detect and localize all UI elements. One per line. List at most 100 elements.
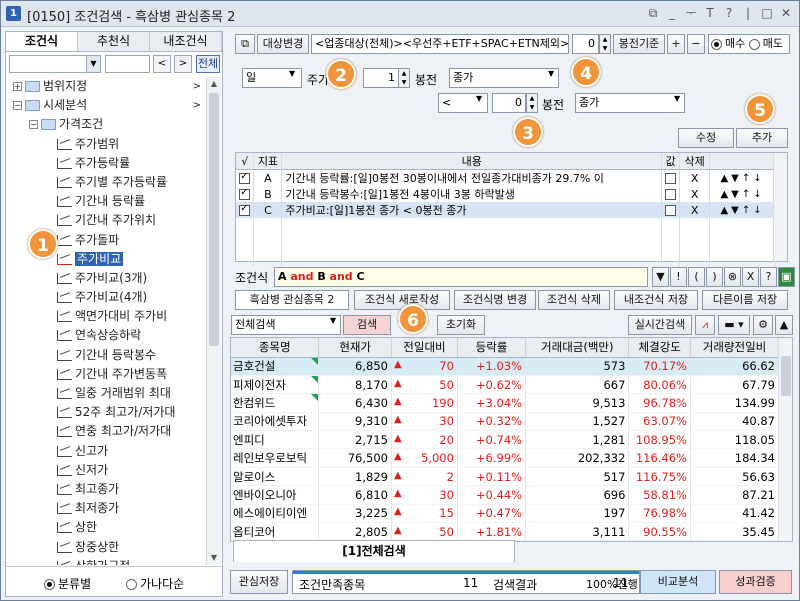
scroll-down-icon[interactable]: ▼	[207, 551, 221, 565]
condition-row[interactable]: A기간내 등락률:[일]0봉전 30봉이내에서 전일종가대비종가 29.7% 이…	[236, 169, 776, 186]
chevron-down-icon[interactable]: ▼	[330, 316, 336, 325]
results-scrollbar[interactable]	[778, 338, 792, 541]
delete-icon[interactable]: X	[679, 202, 711, 218]
tab-conditions[interactable]: 조건식	[6, 32, 78, 51]
search-scope-select[interactable]: 전체검색	[231, 315, 341, 335]
delete-icon[interactable]: X	[679, 186, 711, 202]
expand-icon[interactable]: +	[13, 82, 22, 91]
result-row[interactable]: 레인보우로보틱 76,500 ▲ 5,000 +6.99% 202,332 116.46% 1…	[231, 448, 780, 468]
tree-item[interactable]: 최고종가	[7, 480, 205, 499]
result-row[interactable]: 알로이스 1,829 ▲ 2 +0.11% 517 116.75% 56.63	[231, 467, 780, 487]
tree-item[interactable]: 신저가	[7, 461, 205, 480]
column-header[interactable]: 현재가	[318, 338, 392, 358]
performance-verify-button[interactable]: 성과검증	[719, 570, 792, 594]
category-select[interactable]: ▼	[9, 55, 101, 73]
link-window-icon[interactable]: ⧉	[646, 5, 660, 21]
value-checkbox[interactable]	[665, 205, 677, 216]
column-header[interactable]: 체결강도	[628, 338, 691, 358]
collapse-icon[interactable]: −	[13, 101, 22, 111]
bar1-input[interactable]: 1	[363, 68, 399, 88]
column-header[interactable]: 거래대금(백만)	[525, 338, 630, 358]
delete-icon[interactable]: X	[679, 169, 711, 186]
next-button[interactable]: >	[174, 55, 192, 73]
radio-icon[interactable]	[126, 579, 137, 590]
view-select-icon[interactable]: ▬ ▾	[718, 315, 750, 335]
all-button[interactable]: 전체	[196, 55, 220, 73]
scroll-thumb[interactable]	[209, 93, 219, 346]
column-header[interactable]: 등락률	[457, 338, 527, 358]
modify-button[interactable]: 수정	[678, 128, 734, 148]
not-button[interactable]: !	[670, 267, 687, 287]
radio-icon[interactable]	[711, 38, 722, 50]
tab-all-results[interactable]: [1]전체검색	[233, 540, 515, 562]
tree-item[interactable]: 52주 최고가/저가대	[7, 403, 205, 422]
sort-by-category[interactable]: 분류별	[44, 575, 91, 592]
open-paren-button[interactable]: (	[688, 267, 705, 287]
result-row[interactable]: 코리아에셋투자 9,310 ▲ 30 +0.32% 1,527 63.07% 40.87	[231, 412, 780, 432]
tab-my-conditions[interactable]: 내조건식	[150, 32, 222, 51]
tree-item[interactable]: 기간내 주가위치	[7, 211, 205, 230]
column-header[interactable]: 종목명	[231, 338, 320, 358]
bar1-spinner[interactable]: ▲ ▼	[398, 68, 410, 88]
gear-icon[interactable]: ⚙	[753, 315, 773, 335]
excel-icon[interactable]: ▣	[778, 267, 795, 287]
tree-item[interactable]: 주가비교(3개)	[7, 269, 205, 288]
collapse-icon[interactable]: ▲	[775, 315, 793, 335]
help-button[interactable]: ?	[760, 267, 777, 287]
result-row[interactable]: 피제이전자 8,170 ▲ 50 +0.62% 667 80.06% 67.79	[231, 375, 780, 395]
collapse-icon[interactable]: −	[29, 120, 38, 130]
sell-radio[interactable]: 매도	[748, 37, 783, 50]
save-watchlist-button[interactable]: 관심저장	[230, 570, 288, 594]
delete-condition-button[interactable]: 조건식 삭제	[538, 290, 610, 310]
chevron-down-icon[interactable]: ▼	[548, 69, 554, 78]
sort-alphabetical[interactable]: 가나다순	[126, 575, 184, 592]
column-header[interactable]: 거래량전일비	[690, 338, 780, 358]
close-icon[interactable]: ✕	[779, 5, 793, 21]
result-row[interactable]: 엔피디 2,715 ▲ 20 +0.74% 1,281 108.95% 118.05	[231, 430, 780, 450]
reorder-icons[interactable]: ▲▼↑↓	[709, 186, 776, 202]
reset-button[interactable]: 초기화	[437, 315, 485, 335]
add-button[interactable]: 추가	[736, 128, 788, 148]
save-as-button[interactable]: 다른이름 저장	[702, 290, 788, 310]
reorder-icons[interactable]: ▲▼↑↓	[709, 202, 776, 218]
condition-checkbox[interactable]	[239, 187, 251, 200]
condition-scrollbar[interactable]	[773, 153, 787, 261]
prev-button[interactable]: <	[153, 55, 171, 73]
close-paren-button[interactable]: )	[706, 267, 723, 287]
field2-select[interactable]: 종가	[575, 93, 685, 113]
tab-recommended[interactable]: 추천식	[78, 32, 150, 51]
formula-input[interactable]: A and B and C	[274, 267, 648, 287]
tree-item[interactable]: − 가격조건	[7, 115, 205, 134]
tree-scrollbar[interactable]: ▲ ▼	[206, 77, 221, 565]
search-input[interactable]	[105, 55, 150, 73]
tree-item[interactable]: 주기별 주가등락률	[7, 173, 205, 192]
tree-item[interactable]: 기간내 등락봉수	[7, 346, 205, 365]
minimize-toggle-icon[interactable]: _	[665, 5, 679, 21]
chevron-down-icon[interactable]: ▼	[86, 56, 100, 72]
condition-checkbox[interactable]	[239, 203, 251, 216]
result-row[interactable]: 엔바이오니아 6,810 ▲ 30 +0.44% 696 58.81% 87.21	[231, 485, 780, 505]
tree-item[interactable]: + 범위지정 >	[7, 77, 205, 96]
tree-item[interactable]: − 시세분석 >	[7, 96, 205, 115]
pin-icon[interactable]: ᅮ	[684, 5, 698, 21]
maximize-icon[interactable]: □	[760, 5, 774, 21]
scroll-up-icon[interactable]: ▲	[207, 77, 221, 91]
offset-input[interactable]: 0	[572, 34, 599, 54]
radio-icon[interactable]	[44, 579, 55, 590]
tree-item[interactable]: 일중 거래범위 최대	[7, 384, 205, 403]
formula-dropdown-icon[interactable]: ▼	[652, 267, 669, 287]
chevron-down-icon[interactable]: ▼	[476, 94, 482, 103]
result-row[interactable]: 한컴위드 6,430 ▲ 190 +3.04% 9,513 96.78% 134.99	[231, 393, 780, 413]
result-row[interactable]: 에스에이티이엔 3,225 ▲ 15 +0.47% 197 76.98% 41.42	[231, 504, 780, 524]
tree-item[interactable]: 기간내 주가변동폭	[7, 365, 205, 384]
condition-checkbox[interactable]	[239, 171, 251, 184]
reorder-icons[interactable]: ▲▼↑↓	[709, 169, 776, 186]
save-my-condition-button[interactable]: 내조건식 저장	[614, 290, 698, 310]
xor-button[interactable]: ⊗	[724, 267, 741, 287]
radio-icon[interactable]	[748, 38, 760, 50]
rename-condition-button[interactable]: 조건식명 변경	[454, 290, 536, 310]
minus-button[interactable]: −	[687, 34, 705, 54]
condition-name-button[interactable]: 흑삼병 관심종목 2	[235, 290, 349, 310]
result-row[interactable]: 옵티코어 2,805 ▲ 50 +1.81% 3,111 90.55% 35.45	[231, 522, 780, 541]
field1-select[interactable]: 종가	[449, 68, 559, 88]
